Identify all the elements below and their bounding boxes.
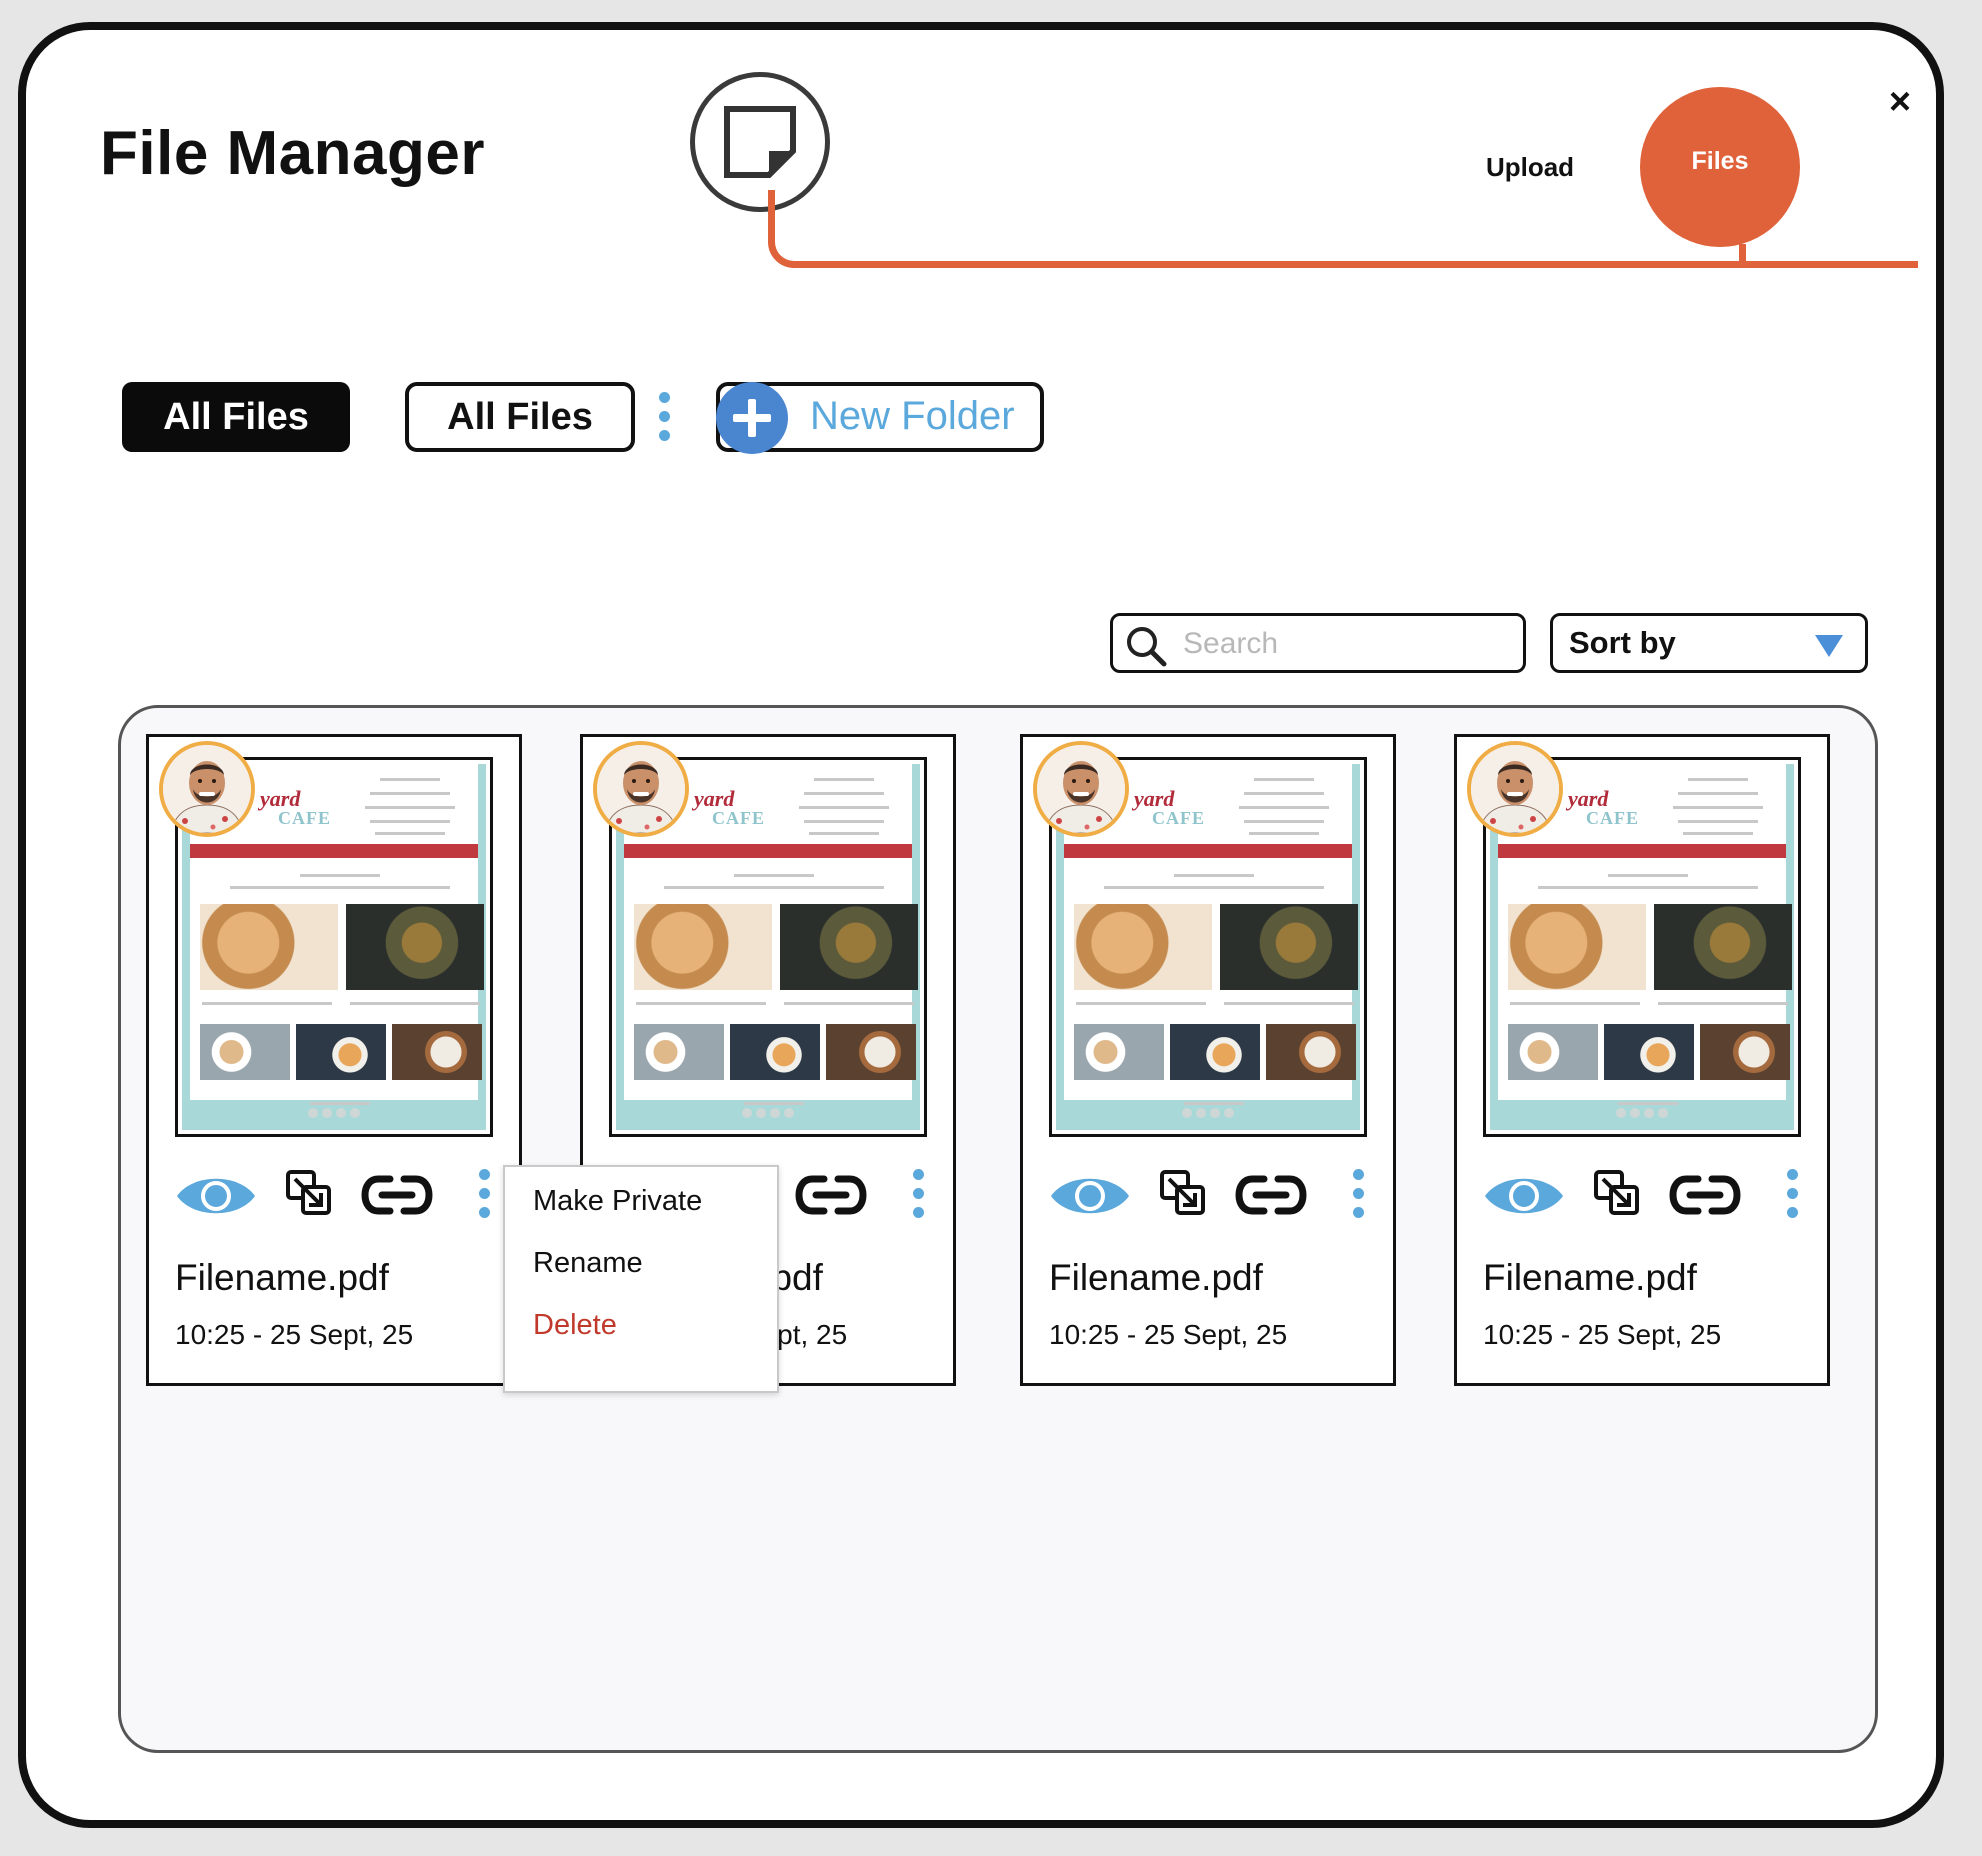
thumbnail-logo-subtext: CAFE [1586, 808, 1639, 828]
thumbnail-logo-subtext: CAFE [278, 808, 331, 828]
tab-upload[interactable]: Upload [1440, 152, 1620, 183]
thumbnail-logo-subtext: CAFE [712, 808, 765, 828]
move-icon[interactable] [1593, 1169, 1641, 1219]
eye-icon[interactable] [1483, 1171, 1565, 1221]
file-card[interactable]: yard CAFE [1454, 734, 1830, 1386]
avatar [1033, 741, 1129, 837]
file-date: 10:25 - 25 Sept, 25 [175, 1319, 414, 1350]
tab-files[interactable]: Files [1640, 87, 1800, 247]
more-vertical-icon[interactable] [911, 1169, 925, 1218]
eye-icon[interactable] [175, 1171, 257, 1221]
new-folder-button[interactable]: New Folder [716, 382, 1044, 454]
sort-dropdown[interactable]: Sort by [1550, 613, 1868, 673]
file-card[interactable]: yard CAFE [1020, 734, 1396, 1386]
filter-all-files-active[interactable]: All Files [122, 382, 350, 452]
context-menu: Make Private Rename Delete [503, 1165, 779, 1393]
menu-item-rename[interactable]: Rename [533, 1247, 643, 1280]
link-icon[interactable] [360, 1173, 434, 1217]
file-card[interactable]: yard CAFE [146, 734, 522, 1386]
menu-item-make-private[interactable]: Make Private [533, 1185, 702, 1218]
more-vertical-icon[interactable] [1351, 1169, 1365, 1218]
filter-all-files[interactable]: All Files [405, 382, 635, 452]
move-icon[interactable] [1159, 1169, 1207, 1219]
tab-files-stem [1739, 244, 1746, 268]
more-vertical-icon[interactable] [1785, 1169, 1799, 1218]
close-button[interactable]: × [1880, 82, 1920, 122]
sticky-note-icon [724, 106, 796, 178]
page-title: File Manager [100, 119, 485, 188]
file-name: Filename.pdf [1049, 1257, 1263, 1298]
thumbnail-logo-subtext: CAFE [1152, 808, 1205, 828]
avatar [593, 741, 689, 837]
link-icon[interactable] [1234, 1173, 1308, 1217]
file-date: 10:25 - 25 Sept, 25 [1049, 1319, 1288, 1350]
file-name: Filename.pdf [175, 1257, 389, 1298]
filter-more-icon[interactable] [657, 392, 671, 441]
sort-label: Sort by [1569, 625, 1676, 660]
menu-item-delete[interactable]: Delete [533, 1309, 617, 1342]
new-folder-label: New Folder [810, 394, 1015, 438]
chevron-down-icon [1815, 635, 1843, 657]
search-icon [1127, 627, 1167, 667]
link-icon[interactable] [1668, 1173, 1742, 1217]
avatar [159, 741, 255, 837]
avatar [1467, 741, 1563, 837]
search-input[interactable] [1181, 622, 1515, 666]
plus-icon [716, 382, 788, 454]
move-icon[interactable] [285, 1169, 333, 1219]
eye-icon[interactable] [1049, 1171, 1131, 1221]
file-date: 10:25 - 25 Sept, 25 [1483, 1319, 1722, 1350]
link-icon[interactable] [794, 1173, 868, 1217]
file-name: Filename.pdf [1483, 1257, 1697, 1298]
search-box[interactable] [1110, 613, 1526, 673]
more-vertical-icon[interactable] [477, 1169, 491, 1218]
